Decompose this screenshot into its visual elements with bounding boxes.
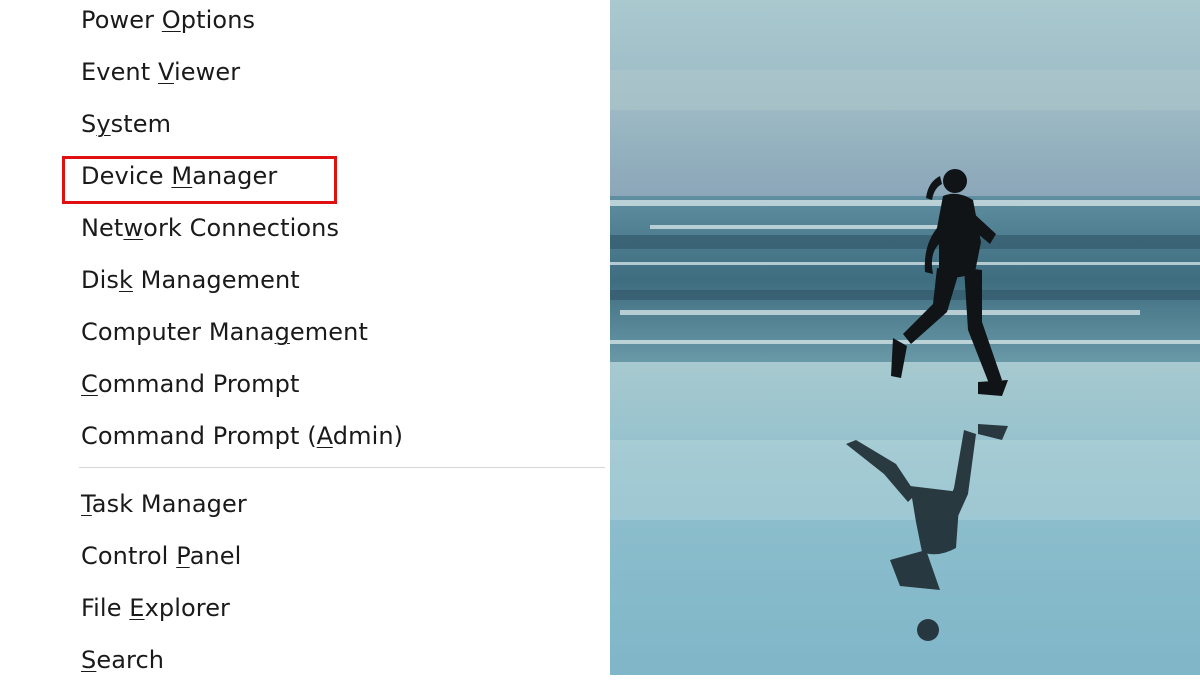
menu-item-label: ptions <box>180 6 256 34</box>
menu-item-label: dmin) <box>332 422 404 450</box>
menu-item-label: Device <box>81 162 172 190</box>
access-key: w <box>123 214 144 242</box>
menu-item-label: Command Prompt ( <box>81 422 317 450</box>
access-key: g <box>274 318 290 346</box>
menu-item-label: Event <box>81 58 158 86</box>
menu-item-label: anager <box>192 162 278 190</box>
menu-item-command-prompt[interactable]: Command Prompt <box>81 364 299 404</box>
access-key: y <box>96 110 111 138</box>
access-key: O <box>161 6 181 34</box>
menu-item-search[interactable]: Search <box>81 640 164 680</box>
menu-item-label: Power <box>81 6 162 34</box>
menu-item-label: Computer Mana <box>81 318 275 346</box>
access-key: C <box>81 370 98 398</box>
access-key: M <box>171 162 193 190</box>
menu-item-label: Net <box>81 214 124 242</box>
menu-item-label: anel <box>189 542 242 570</box>
menu-item-network-connections[interactable]: Network Connections <box>81 208 339 248</box>
runner-on-beach-image <box>610 0 1200 675</box>
menu-item-label: iewer <box>173 58 241 86</box>
menu-item-label: ommand Prompt <box>97 370 300 398</box>
access-key: P <box>176 542 190 570</box>
menu-item-label: earch <box>96 646 165 674</box>
desktop-wallpaper <box>610 0 1200 675</box>
menu-item-label: Management <box>132 266 300 294</box>
menu-item-event-viewer[interactable]: Event Viewer <box>81 52 240 92</box>
menu-item-label: ask Manager <box>91 490 247 518</box>
menu-item-computer-management[interactable]: Computer Management <box>81 312 368 352</box>
access-key: T <box>81 490 92 518</box>
menu-item-label: S <box>81 110 97 138</box>
quick-link-menu: Power Options Event Viewer System Device… <box>0 0 610 675</box>
menu-item-device-manager[interactable]: Device Manager <box>81 156 277 196</box>
menu-item-label: Dis <box>81 266 119 294</box>
menu-item-label: stem <box>110 110 172 138</box>
menu-item-label: ement <box>289 318 368 346</box>
menu-item-label: xplorer <box>144 594 231 622</box>
access-key: V <box>157 58 174 86</box>
menu-item-system[interactable]: System <box>81 104 171 144</box>
access-key: S <box>81 646 97 674</box>
menu-separator <box>79 467 605 468</box>
access-key: E <box>129 594 145 622</box>
menu-item-label: ork Connections <box>143 214 340 242</box>
menu-item-label: Control <box>81 542 177 570</box>
menu-item-disk-management[interactable]: Disk Management <box>81 260 300 300</box>
menu-item-label: File <box>81 594 130 622</box>
menu-item-control-panel[interactable]: Control Panel <box>81 536 241 576</box>
access-key: A <box>316 422 333 450</box>
menu-item-task-manager[interactable]: Task Manager <box>81 484 247 524</box>
menu-item-file-explorer[interactable]: File Explorer <box>81 588 230 628</box>
menu-item-power-options[interactable]: Power Options <box>81 0 255 40</box>
access-key: k <box>118 266 133 294</box>
menu-item-command-prompt-admin[interactable]: Command Prompt (Admin) <box>81 416 403 456</box>
